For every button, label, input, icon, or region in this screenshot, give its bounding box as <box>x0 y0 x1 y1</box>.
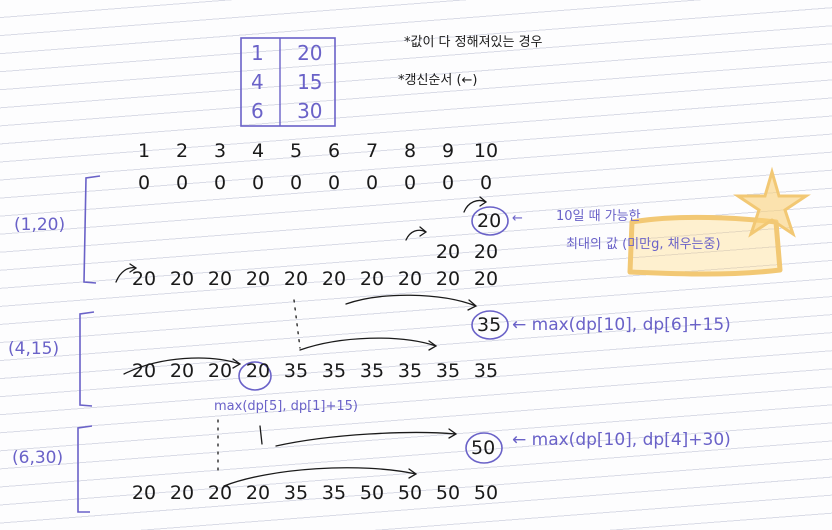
dash-mark <box>259 425 263 445</box>
header-cell: 7 <box>365 140 379 162</box>
bracket-group-1 <box>83 175 101 284</box>
dp-cell: 35 <box>321 360 347 382</box>
sub-formula: max(dp[5], dp[1]+15) <box>214 399 359 414</box>
dp-cell: 20 <box>131 268 157 290</box>
header-cell: 9 <box>441 140 455 162</box>
item-value: 30 <box>297 99 323 124</box>
dp-cell: 20 <box>207 360 233 382</box>
dp-cell: 50 <box>473 482 499 504</box>
formula: ← max(dp[10], dp[4]+30) <box>512 430 731 450</box>
dp-cell: 20 <box>207 268 233 290</box>
dp-cell: 0 <box>365 172 379 194</box>
note-condition: *값이 다 정해져있는 경우 <box>404 35 543 50</box>
dp-cell: 50 <box>397 482 423 504</box>
dp-cell: 35 <box>473 360 499 382</box>
item-weight: 6 <box>251 99 264 124</box>
dp-cell: 20 <box>397 268 423 290</box>
dp-cell: 0 <box>251 172 265 194</box>
dp-cell: 0 <box>441 172 455 194</box>
header-cell: 4 <box>251 140 265 162</box>
dp-cell: 20 <box>283 268 309 290</box>
header-cell: 5 <box>289 140 303 162</box>
header-cell: 10 <box>473 140 499 162</box>
dp-cell: 20 <box>207 482 233 504</box>
dp-cell: 50 <box>359 482 385 504</box>
dotted-guide <box>293 299 301 349</box>
arrow-right-icon <box>299 337 438 351</box>
mid-row: 20 20 <box>429 243 505 262</box>
header-cell: 8 <box>403 140 417 162</box>
item-value: 15 <box>297 69 323 94</box>
bracket-group-3 <box>77 425 93 513</box>
dp-cell: 20 <box>473 268 499 290</box>
dp-cell: 20 <box>435 268 461 290</box>
formula: ← max(dp[10], dp[6]+15) <box>512 315 731 335</box>
header-cell: 6 <box>327 140 341 162</box>
dp-cell: 35 <box>397 360 423 382</box>
final-row: 20 20 20 20 35 35 35 35 35 35 <box>125 362 505 381</box>
dp-cell: 35 <box>321 482 347 504</box>
dp-cell: 0 <box>403 172 417 194</box>
dp-cell: 35 <box>283 482 309 504</box>
circled-value: 35 <box>477 314 502 336</box>
dp-cell: 35 <box>283 360 309 382</box>
dp-cell: 0 <box>289 172 303 194</box>
dp-cell: 0 <box>327 172 341 194</box>
dp-cell: 20 <box>169 268 195 290</box>
dp-cell: 20 <box>131 482 157 504</box>
arrow-curve-icon <box>405 226 428 241</box>
dp-cell: 20 <box>245 268 271 290</box>
items-table: 1 20 4 15 6 30 <box>241 38 335 126</box>
circled-value: 20 <box>477 210 502 232</box>
dp-cell: 20 <box>245 360 271 382</box>
item-weight: 4 <box>251 69 264 94</box>
dp-cell: 0 <box>175 172 189 194</box>
group-label: (6,30) <box>12 448 64 468</box>
dp-cell: 20 <box>131 360 157 382</box>
arrow-right-icon <box>345 294 478 311</box>
header-cell: 3 <box>213 140 227 162</box>
arrow-left-icon: ← <box>512 211 523 226</box>
final-row: 20 20 20 20 20 20 20 20 20 20 <box>125 270 505 289</box>
arrow-right-icon <box>275 428 458 447</box>
dp-cell: 35 <box>435 360 461 382</box>
dp-cell: 20 <box>169 360 195 382</box>
item-weight: 1 <box>251 40 264 65</box>
dp-cell: 20 <box>435 241 461 263</box>
dp-cell: 0 <box>213 172 227 194</box>
final-row: 20 20 20 20 35 35 50 50 50 50 <box>125 484 505 503</box>
item-value: 20 <box>297 40 323 65</box>
dp-cell: 20 <box>245 482 271 504</box>
note-update-order: *갱신순서 (←) <box>398 73 478 88</box>
header-row: 1 2 3 4 5 6 7 8 9 10 <box>125 142 505 161</box>
dp-cell: 50 <box>435 482 461 504</box>
note-line: 최대의 값 (미만g, 채우는중) <box>566 237 721 252</box>
header-cell: 1 <box>137 140 151 162</box>
dp-cell: 20 <box>473 241 499 263</box>
group-label: (1,20) <box>14 215 66 235</box>
dp-cell: 20 <box>359 268 385 290</box>
dp-cell: 0 <box>479 172 493 194</box>
dp-cell: 35 <box>359 360 385 382</box>
circled-value: 50 <box>471 437 496 459</box>
init-row: 0 0 0 0 0 0 0 0 0 0 <box>125 174 505 193</box>
dp-cell: 0 <box>137 172 151 194</box>
bracket-group-2 <box>79 311 95 407</box>
group-label: (4,15) <box>8 339 60 359</box>
header-cell: 2 <box>175 140 189 162</box>
dp-cell: 20 <box>169 482 195 504</box>
dp-cell: 20 <box>321 268 347 290</box>
note-line: 10일 때 가능한 <box>556 209 641 224</box>
